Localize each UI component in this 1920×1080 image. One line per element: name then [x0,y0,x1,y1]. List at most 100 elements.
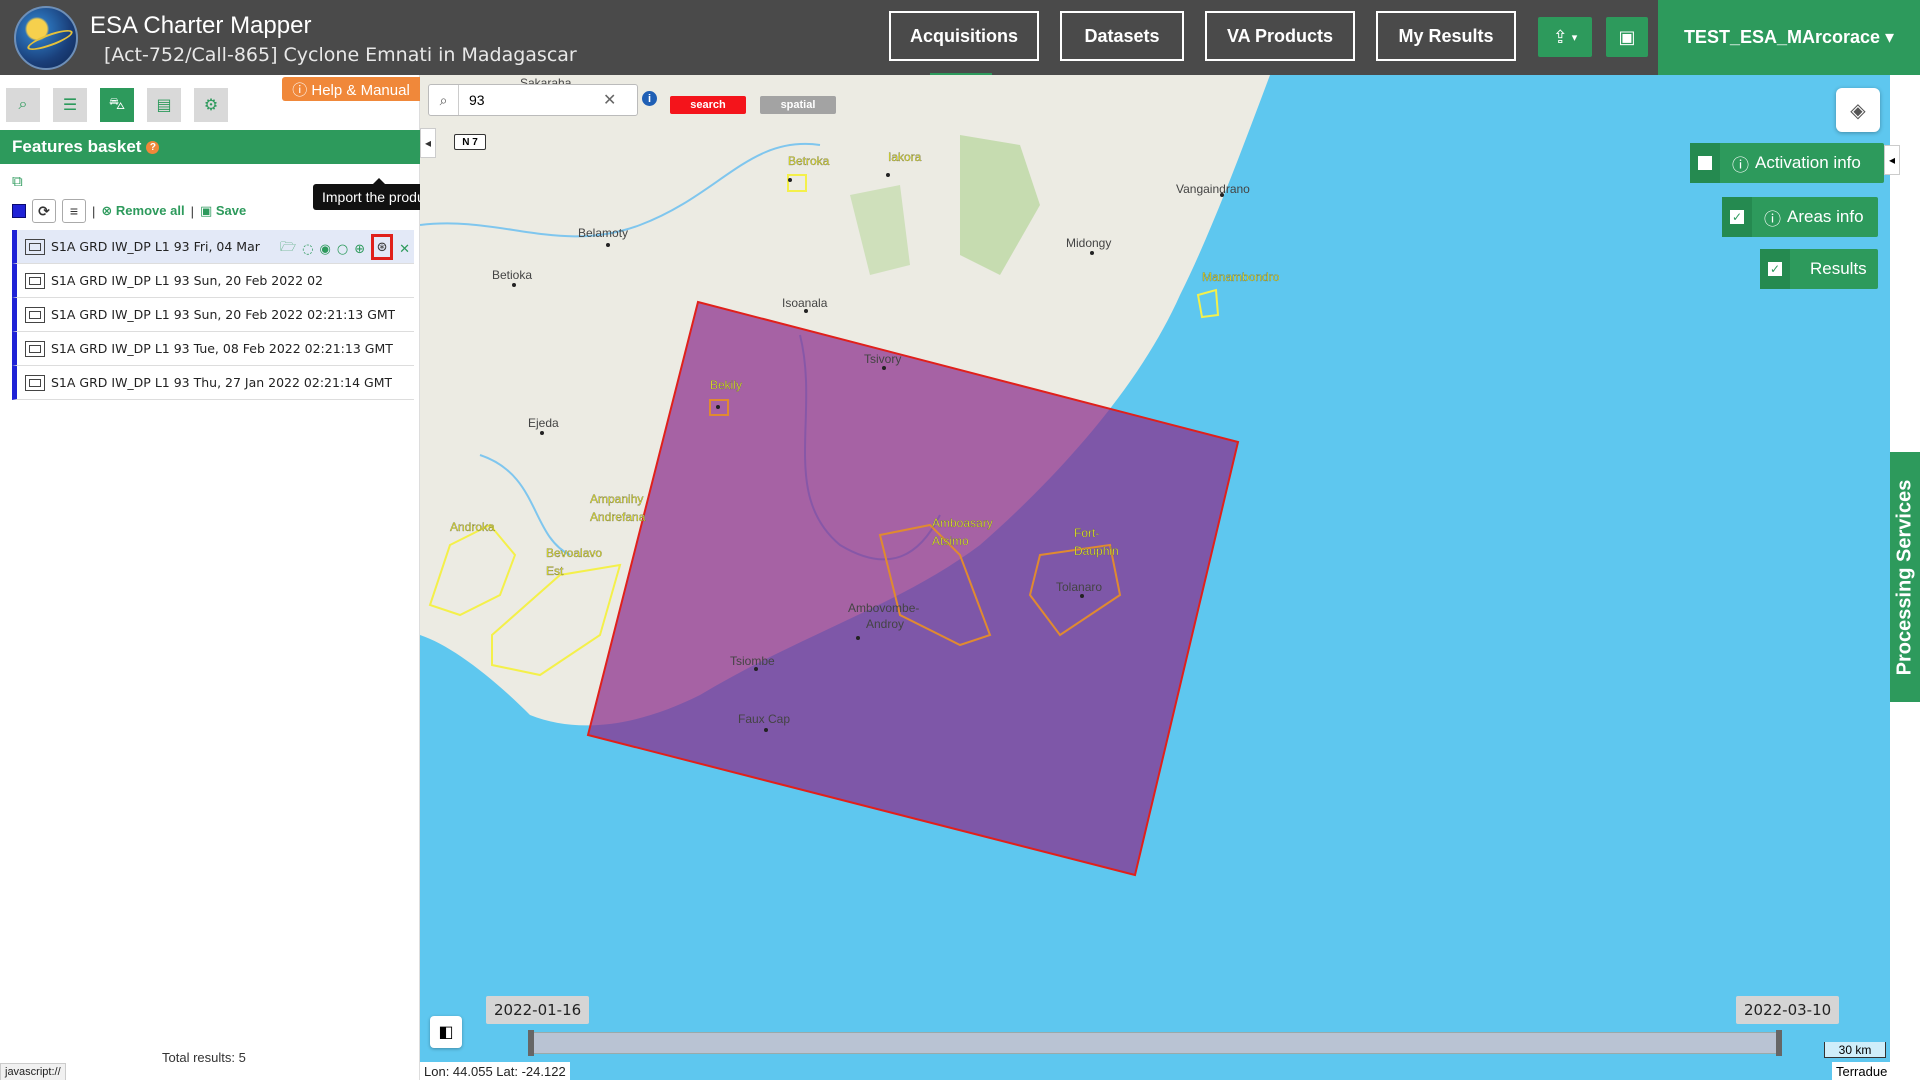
satellite-product-icon [25,340,45,357]
separator: | [190,203,194,219]
list-item[interactable]: S1A GRD IW_DP L1 93 Sun, 20 Feb 2022 02 [12,264,414,298]
color-swatch[interactable] [12,204,26,218]
activation-info-checkbox[interactable] [1690,143,1720,183]
nav-my-results-button[interactable]: My Results [1376,11,1516,61]
folder-icon[interactable]: 🗁 [280,238,296,260]
app-header: ESA Charter Mapper [Act-752/Call-865] Cy… [0,0,1920,77]
results-checkbox[interactable]: ✓ [1760,249,1790,289]
list-item[interactable]: S1A GRD IW_DP L1 93 Sun, 20 Feb 2022 02:… [12,298,414,332]
briefcase-button[interactable]: ▣ [1606,17,1648,57]
zoom-icon[interactable]: ⊕ [354,242,365,257]
help-manual-button[interactable]: ⓘ Help & Manual [282,77,420,101]
sidebar-toggle-button[interactable]: ◧ [430,1016,462,1048]
user-menu[interactable]: TEST_ESA_MArcorace ▾ [1658,0,1920,75]
nav-va-products-button[interactable]: VA Products [1205,11,1355,61]
search-tool-button[interactable]: ⌕ [6,88,40,122]
settings-tool-button[interactable]: ⚙ [194,88,228,122]
list-item[interactable]: S1A GRD IW_DP L1 93 Thu, 27 Jan 2022 02:… [12,366,414,400]
cursor-coordinates: Lon: 44.055 Lat: -24.122 [420,1062,570,1080]
gear-icon: ⚙ [203,97,219,114]
list-item-label: S1A GRD IW_DP L1 93 Thu, 27 Jan 2022 02:… [51,375,393,390]
sidebar: ⌕ ☰ ⛍ ▤ ⚙ ⓘ Help & Manual Features baske… [0,75,420,1080]
place-label: Atsimo [932,534,969,548]
satellite-product-icon [25,238,45,255]
satellite-product-icon [25,272,45,289]
archive-tool-button[interactable]: ▤ [147,88,181,122]
external-link-icon[interactable]: ⧉ [12,173,23,190]
satellite-product-icon [25,306,45,323]
panel-icon: ◧ [438,1024,454,1041]
scale-bar: 30 km [1824,1042,1886,1058]
search-filter-pill[interactable]: search [670,96,746,114]
menu-button[interactable]: ≡ [62,199,86,223]
search-icon: ⌕ [18,96,28,113]
help-question-icon[interactable]: ? [146,140,160,154]
comment-icon[interactable]: ◌ [302,242,313,257]
collapse-right-panel-button[interactable]: ◂ [1884,145,1900,175]
eye-icon[interactable]: ◉ [320,242,331,257]
status-bar-url: javascript:// [0,1063,66,1080]
import-product-button[interactable]: ⊛ [371,234,394,260]
place-label: Vangaindrano [1176,182,1250,196]
basket-list: S1A GRD IW_DP L1 93 Fri, 04 Mar 🗁 ◌ ◉ ○ … [12,230,414,400]
map-search-input[interactable] [459,92,599,108]
areas-info-toggle[interactable]: ✓ ⓘ Areas info [1722,197,1878,237]
activation-info-toggle[interactable]: ⓘ Activation info [1690,143,1884,183]
save-button[interactable]: ▣ Save [200,203,246,219]
areas-info-checkbox[interactable]: ✓ [1722,197,1752,237]
map-attribution: Terradue [1832,1062,1892,1080]
results-label: Results [1810,259,1867,278]
list-item[interactable]: S1A GRD IW_DP L1 93 Tue, 08 Feb 2022 02:… [12,332,414,366]
esa-charter-logo[interactable] [14,6,78,70]
place-label: Androy [866,617,904,631]
upload-dropdown-button[interactable]: ⇪ ▾ [1538,17,1592,57]
processing-services-tab[interactable]: Processing Services [1890,452,1920,702]
place-label: Isoanala [782,296,828,310]
place-label: Tsivory [864,352,901,366]
refresh-button[interactable]: ⟳ [32,199,56,223]
timeline-end-handle[interactable] [1776,1030,1782,1056]
timeline-start-handle[interactable] [528,1030,534,1056]
close-icon[interactable]: ✕ [399,242,410,257]
panel-title: Features basket [12,137,142,156]
total-results: Total results: 5 [162,1050,246,1065]
circle-icon[interactable]: ○ [337,242,348,257]
remove-all-button[interactable]: ⊗ Remove all [101,203,184,219]
remove-icon: ⊗ [101,203,113,218]
info-icon[interactable]: i [642,91,657,106]
place-label: Bevoalavo [546,546,602,560]
place-label: Androka [450,520,495,534]
caret-down-icon: ▾ [1571,31,1578,44]
place-label: Fort- [1074,526,1099,540]
clear-icon[interactable]: ✕ [603,90,616,110]
acquisition-footprint [586,300,1240,877]
admin-boundary-manambondro [1196,288,1220,319]
layers-button[interactable]: ◈ [1836,88,1880,132]
place-label: Ejeda [528,416,559,430]
collapse-sidebar-button[interactable]: ◂ [420,128,436,158]
basket-toolbar: ⟳ ≡ | ⊗ Remove all | ▣ Save [12,199,246,223]
list-item-label: S1A GRD IW_DP L1 93 Sun, 20 Feb 2022 02:… [51,307,396,322]
timeline-slider[interactable] [528,1032,1782,1054]
place-label: Betioka [492,268,532,282]
map-view[interactable]: Sakaraha Iakora Betroka Vangaindrano Bel… [420,75,1890,1080]
list-item-label: S1A GRD IW_DP L1 93 Sun, 20 Feb 2022 02 [51,273,323,288]
list-item[interactable]: S1A GRD IW_DP L1 93 Fri, 04 Mar 🗁 ◌ ◉ ○ … [12,230,414,264]
info-icon: ⓘ [1732,155,1749,175]
map-canvas[interactable]: Sakaraha Iakora Betroka Vangaindrano Bel… [420,75,1890,1080]
nav-datasets-button[interactable]: Datasets [1060,11,1184,61]
spatial-filter-pill[interactable]: spatial [760,96,836,114]
basket-tool-button[interactable]: ⛍ [100,88,134,122]
nav-acquisitions-button[interactable]: Acquisitions [889,11,1039,61]
place-label: Amboasary [932,516,993,530]
app-title: ESA Charter Mapper [90,12,312,39]
timeline-start-date: 2022-01-16 [486,996,590,1024]
save-label: Save [215,203,247,218]
place-label: Andrefana [590,510,646,524]
refresh-icon: ⟳ [38,202,50,219]
separator: | [92,203,96,219]
map-search-box[interactable]: ⌕ ✕ [428,84,638,116]
list-tool-button[interactable]: ☰ [53,88,87,122]
place-label: Betroka [788,154,830,168]
results-toggle[interactable]: ✓ Results [1760,249,1878,289]
